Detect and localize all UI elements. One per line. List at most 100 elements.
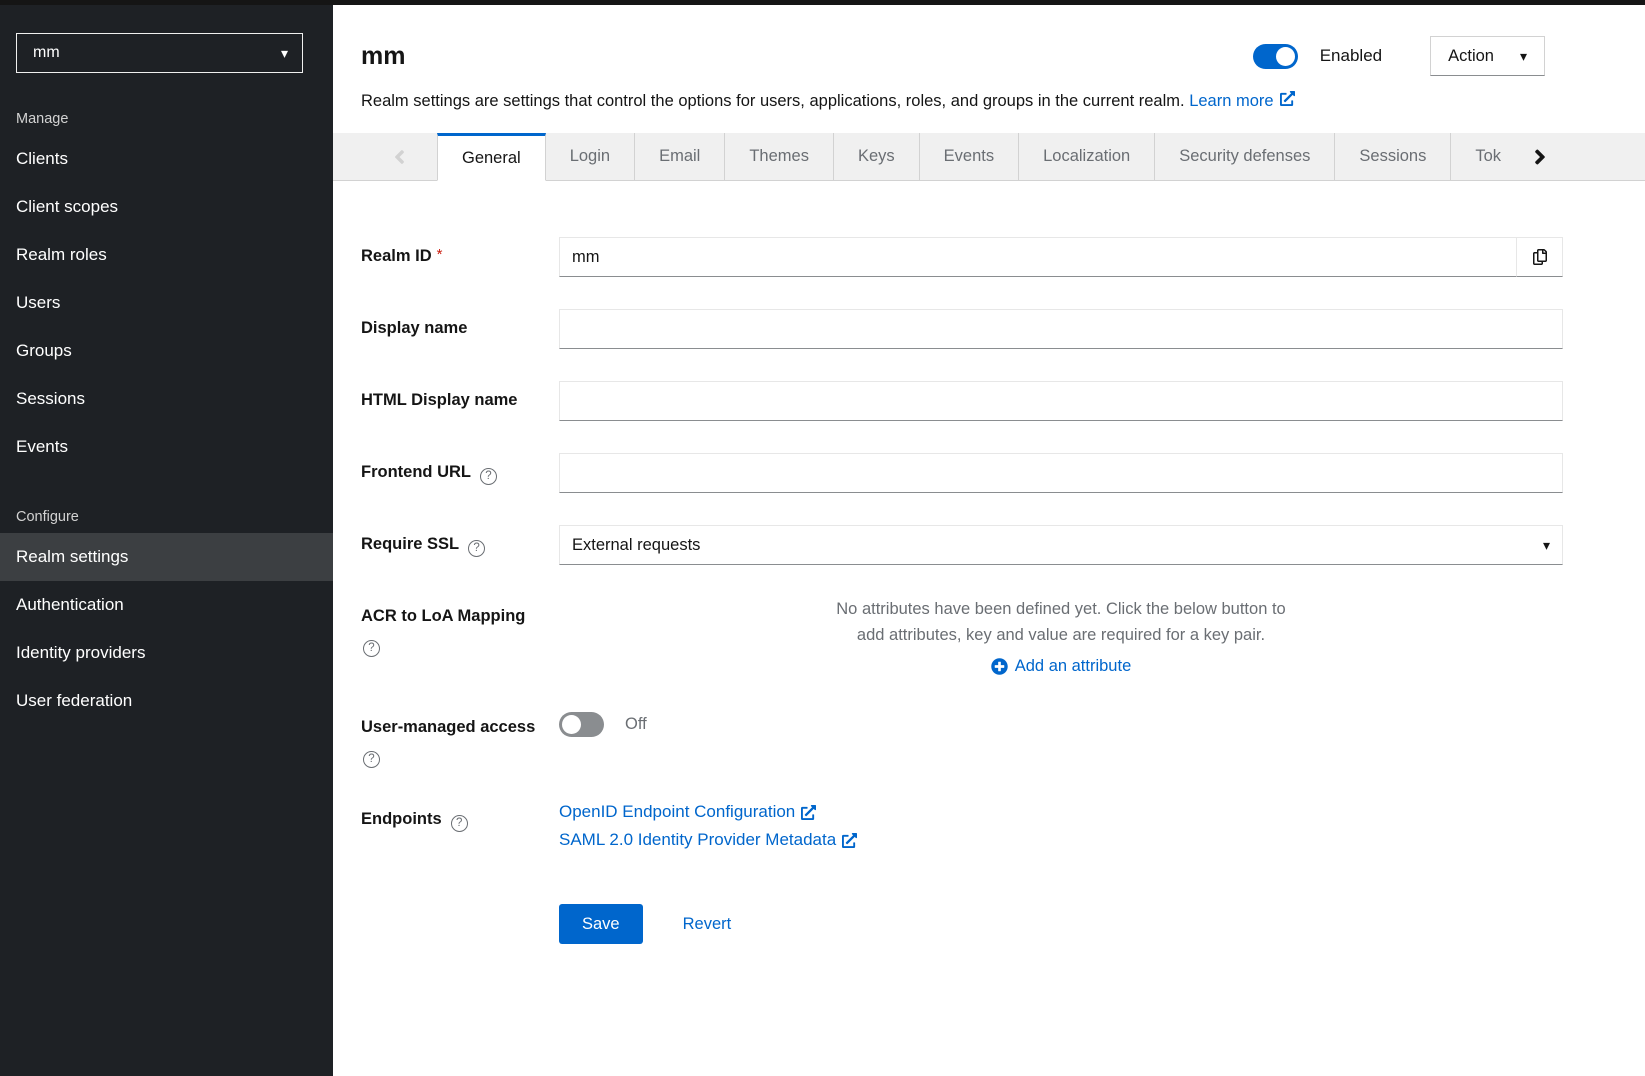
- angle-left-icon: [394, 146, 405, 168]
- realm-id-field: [559, 237, 1563, 277]
- tab-label: Keys: [858, 147, 895, 166]
- help-icon[interactable]: ?: [468, 540, 485, 557]
- help-icon[interactable]: ?: [363, 751, 380, 768]
- realm-description: Realm settings are settings that control…: [361, 92, 1185, 110]
- realm-selector-dropdown[interactable]: mm ▾: [16, 33, 303, 73]
- openid-endpoint-configuration-link[interactable]: OpenID Endpoint Configuration: [559, 802, 816, 822]
- frontend-url-label-cell: Frontend URL?: [361, 453, 559, 485]
- chevron-down-icon: ▾: [281, 45, 288, 62]
- sidebar-item-user-federation[interactable]: User federation: [0, 677, 333, 725]
- tab-label: Sessions: [1359, 147, 1426, 166]
- action-dropdown-button[interactable]: Action ▾: [1430, 36, 1545, 76]
- chevron-down-icon: ▾: [1543, 537, 1550, 554]
- add-attribute-link[interactable]: Add an attribute: [991, 657, 1132, 676]
- save-button[interactable]: Save: [559, 904, 643, 944]
- tab-security-defenses[interactable]: Security defenses: [1154, 133, 1334, 180]
- tab-themes[interactable]: Themes: [724, 133, 833, 180]
- require-ssl-label: Require SSL: [361, 535, 459, 553]
- realm-enabled-toggle[interactable]: [1253, 44, 1298, 69]
- enabled-label: Enabled: [1320, 46, 1382, 66]
- tab-email[interactable]: Email: [634, 133, 724, 180]
- user-managed-access-label-cell: User-managed access ?: [361, 708, 559, 768]
- nav-section-configure: Configure: [0, 509, 333, 525]
- frontend-url-input[interactable]: [559, 453, 1563, 493]
- sidebar-item-identity-providers[interactable]: Identity providers: [0, 629, 333, 677]
- angle-right-icon: [1534, 145, 1546, 169]
- sidebar-item-groups[interactable]: Groups: [0, 327, 333, 375]
- copy-button[interactable]: [1516, 237, 1563, 277]
- endpoints-label: Endpoints: [361, 810, 442, 828]
- tab-general[interactable]: General: [437, 133, 546, 181]
- action-dropdown-label: Action: [1448, 47, 1494, 66]
- html-display-name-label: HTML Display name: [361, 391, 517, 409]
- display-name-field: [559, 309, 1563, 349]
- actions-spacer: [361, 882, 559, 892]
- realm-id-label-cell: Realm ID*: [361, 237, 559, 266]
- endpoints-label-cell: Endpoints?: [361, 800, 559, 832]
- tab-label: Email: [659, 147, 700, 166]
- toggle-knob: [562, 715, 581, 734]
- tab-label: Events: [944, 147, 994, 166]
- sidebar-item-realm-roles[interactable]: Realm roles: [0, 231, 333, 279]
- sidebar-item-events[interactable]: Events: [0, 423, 333, 471]
- tabs-scroll-left-button[interactable]: [333, 133, 437, 180]
- frontend-url-field: [559, 453, 1563, 493]
- nav-configure-list: Realm settings Authentication Identity p…: [0, 533, 333, 725]
- tab-bar: General Login Email Themes Keys Events L…: [333, 133, 1645, 181]
- learn-more-label: Learn more: [1189, 92, 1273, 110]
- sidebar-item-realm-settings[interactable]: Realm settings: [0, 533, 333, 581]
- realm-id-input[interactable]: [559, 237, 1517, 277]
- sidebar-item-clients[interactable]: Clients: [0, 135, 333, 183]
- help-icon[interactable]: ?: [363, 640, 380, 657]
- sidebar: mm ▾ Manage Clients Client scopes Realm …: [0, 0, 333, 1076]
- tab-sessions[interactable]: Sessions: [1334, 133, 1450, 180]
- tab-keys[interactable]: Keys: [833, 133, 919, 180]
- external-link-icon: [801, 805, 816, 820]
- saml-metadata-label: SAML 2.0 Identity Provider Metadata: [559, 830, 836, 850]
- tabs-scroll-right-button[interactable]: [1505, 133, 1575, 180]
- nav-section-manage: Manage: [0, 111, 333, 127]
- form-actions: Save Revert: [559, 904, 1563, 944]
- saml-identity-provider-metadata-link[interactable]: SAML 2.0 Identity Provider Metadata: [559, 830, 857, 850]
- page-title: mm: [361, 42, 405, 71]
- require-ssl-select[interactable]: External requests ▾: [559, 525, 1563, 565]
- tab-label: Themes: [749, 147, 809, 166]
- help-icon[interactable]: ?: [451, 815, 468, 832]
- page-header: mm Enabled Action ▾ Realm settings are s…: [333, 5, 1645, 112]
- sidebar-item-client-scopes[interactable]: Client scopes: [0, 183, 333, 231]
- html-display-name-label-cell: HTML Display name: [361, 381, 559, 410]
- revert-button[interactable]: Revert: [683, 915, 732, 934]
- tab-label: General: [462, 149, 521, 168]
- nav-manage-list: Clients Client scopes Realm roles Users …: [0, 135, 333, 471]
- sidebar-item-users[interactable]: Users: [0, 279, 333, 327]
- html-display-name-input[interactable]: [559, 381, 1563, 421]
- add-attribute-label: Add an attribute: [1015, 657, 1132, 676]
- acr-loa-label-cell: ACR to LoA Mapping ?: [361, 597, 559, 657]
- display-name-input[interactable]: [559, 309, 1563, 349]
- learn-more-link[interactable]: Learn more: [1189, 92, 1294, 110]
- require-ssl-value: External requests: [572, 536, 700, 555]
- realm-settings-form: Realm ID* Display name HTML Display name: [333, 181, 1645, 1014]
- tab-localization[interactable]: Localization: [1018, 133, 1154, 180]
- sidebar-item-sessions[interactable]: Sessions: [0, 375, 333, 423]
- tab-login[interactable]: Login: [546, 133, 634, 180]
- help-icon[interactable]: ?: [480, 468, 497, 485]
- sidebar-item-authentication[interactable]: Authentication: [0, 581, 333, 629]
- external-link-icon: [842, 833, 857, 848]
- user-managed-access-toggle[interactable]: [559, 712, 604, 737]
- copy-icon: [1532, 249, 1548, 265]
- external-link-icon: [1280, 91, 1295, 106]
- display-name-label: Display name: [361, 319, 467, 337]
- tab-events[interactable]: Events: [919, 133, 1018, 180]
- tab-label: Security defenses: [1179, 147, 1310, 166]
- tab-label: Localization: [1043, 147, 1130, 166]
- html-display-name-field: [559, 381, 1563, 421]
- user-managed-access-state: Off: [625, 715, 647, 734]
- tab-label: Login: [570, 147, 610, 166]
- user-managed-access-field: Off: [559, 708, 1563, 737]
- tab-label: Tok: [1475, 147, 1501, 166]
- realm-id-label: Realm ID: [361, 247, 432, 265]
- app-shell: mm ▾ Manage Clients Client scopes Realm …: [0, 0, 1645, 1076]
- acr-empty-state-text: No attributes have been defined yet. Cli…: [835, 597, 1287, 648]
- tab-tokens[interactable]: Tok: [1450, 133, 1505, 180]
